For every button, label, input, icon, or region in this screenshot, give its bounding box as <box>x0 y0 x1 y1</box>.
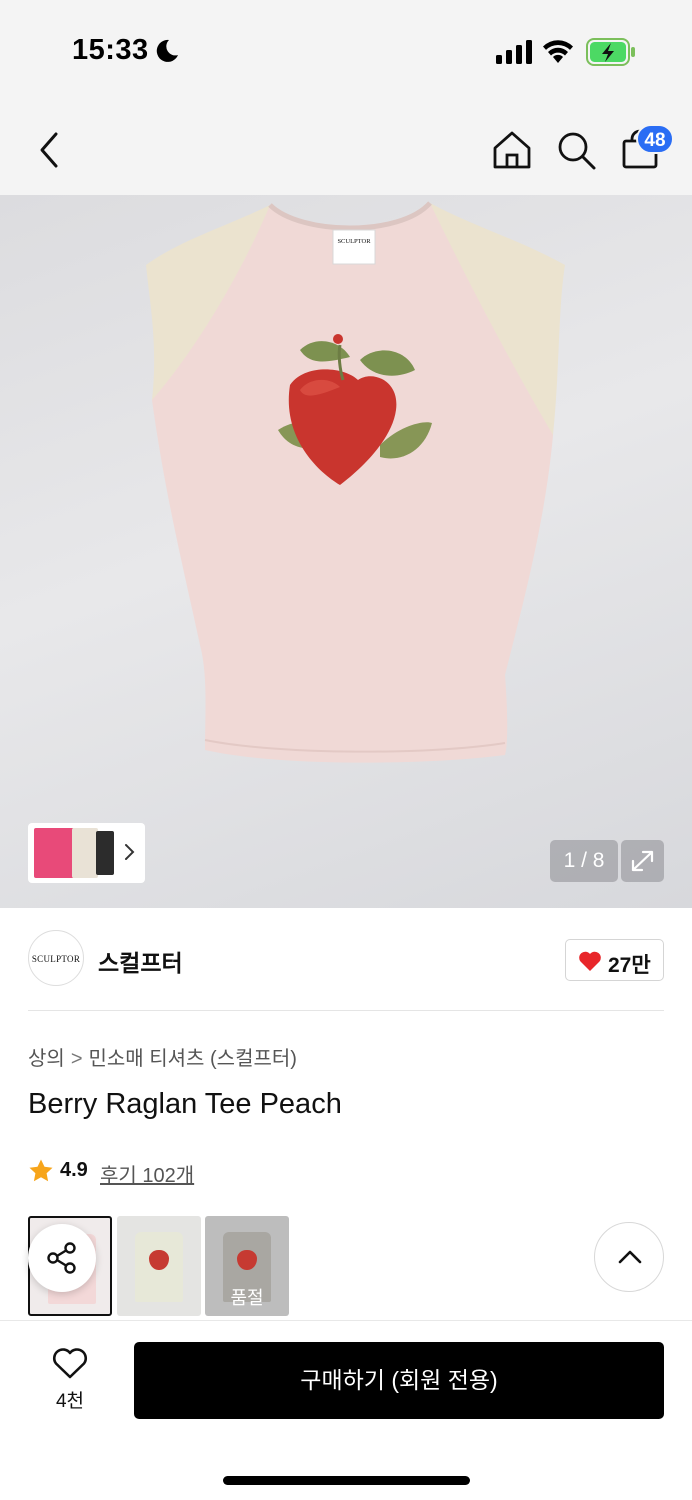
divider <box>28 1010 664 1011</box>
cart-count-badge: 48 <box>636 124 674 154</box>
reviews-link[interactable]: 후기 102개 <box>100 1159 194 1188</box>
svg-text:SCULPTOR: SCULPTOR <box>337 238 371 245</box>
moon-icon <box>156 39 178 62</box>
image-counter: 1 / 8 <box>550 840 618 882</box>
expand-button[interactable] <box>621 840 664 882</box>
signal-icon <box>496 40 532 64</box>
wishlist-heart-icon[interactable] <box>52 1346 88 1380</box>
home-indicator[interactable] <box>223 1476 470 1485</box>
top-header: 15:33 48 <box>0 0 692 195</box>
product-title: Berry Raglan Tee Peach <box>28 1088 342 1120</box>
buy-button[interactable]: 구매하기 (회원 전용) <box>134 1342 664 1419</box>
back-icon[interactable] <box>34 128 68 172</box>
breadcrumb-subcategory[interactable]: 민소매 티셔츠 (스컬프터) <box>89 1048 297 1070</box>
chevron-right-icon <box>125 844 135 860</box>
brand-name[interactable]: 스컬프터 <box>98 944 183 978</box>
chevron-up-icon <box>618 1250 642 1264</box>
rating-value: 4.9 <box>60 1159 88 1181</box>
search-icon[interactable] <box>554 128 598 172</box>
wishlist-count: 4천 <box>55 1391 85 1412</box>
product-image: SCULPTOR <box>146 201 565 763</box>
thumbnail-black <box>96 831 114 875</box>
status-time: 15:33 <box>72 34 149 66</box>
scroll-top-button[interactable] <box>594 1222 664 1292</box>
battery-icon <box>586 38 635 66</box>
product-image-gallery[interactable]: SCULPTOR 1 / 8 <box>0 195 692 908</box>
brand-like-button[interactable]: 27만 <box>565 939 664 981</box>
breadcrumb: 상의 > 민소매 티셔츠 (스컬프터) <box>28 1042 297 1071</box>
share-icon <box>47 1242 76 1274</box>
expand-icon <box>631 850 654 872</box>
wifi-icon <box>543 40 573 63</box>
color-swatch-ivory[interactable] <box>117 1216 201 1316</box>
brand-logo[interactable]: SCULPTOR <box>28 930 84 986</box>
color-swatch-gray[interactable]: 품절 <box>205 1216 289 1316</box>
star-icon <box>29 1159 53 1182</box>
thumbnail-pink <box>34 828 74 878</box>
heart-icon <box>579 951 601 971</box>
share-button[interactable] <box>28 1224 96 1292</box>
sold-out-label: 품절 <box>230 1288 264 1308</box>
breadcrumb-category[interactable]: 상의 <box>28 1048 65 1070</box>
thumbnail-cream <box>72 828 98 878</box>
breadcrumb-separator: > <box>70 1048 83 1070</box>
home-icon[interactable] <box>490 128 534 172</box>
color-thumbnails-card[interactable] <box>28 823 145 883</box>
brand-like-count: 27만 <box>608 954 651 977</box>
